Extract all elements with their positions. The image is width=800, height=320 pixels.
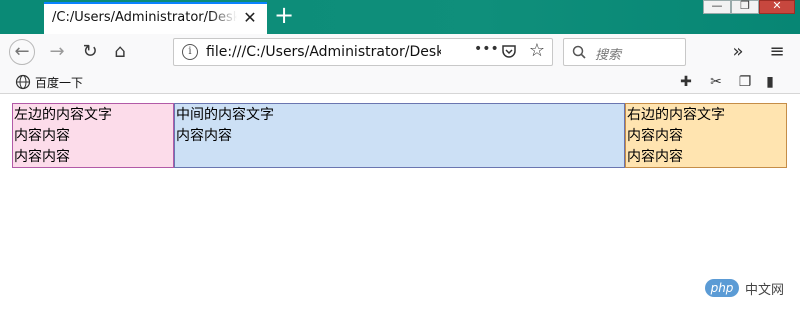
left-line-1: 左边的内容文字 [14,107,112,123]
left-column: 左边的内容文字 内容内容 内容内容 [12,103,174,168]
middle-column: 中间的内容文字 内容内容 [174,103,625,168]
watermark-text: 中文网 [745,283,785,298]
maximize-icon: ❐ [740,0,750,12]
new-tab-button[interactable]: + [271,3,297,29]
tab-close-icon[interactable]: ✕ [241,9,259,27]
browser-tab[interactable]: /C:/Users/Administrator/Desktop ✕ [44,2,267,34]
scissors-icon[interactable]: ✂ [706,72,726,92]
back-arrow-icon: ← [14,41,30,62]
watermark: php 中文网 [705,278,795,298]
middle-line-2: 内容内容 [176,128,232,144]
search-placeholder: 搜索 [595,48,622,63]
home-button[interactable]: ⌂ [107,39,133,65]
left-line-2: 内容内容 [14,128,70,144]
bookmarks-bar: 百度一下 ✚ ✂ ❐ ▮ [0,70,800,94]
middle-line-1: 中间的内容文字 [176,107,274,123]
copy-icon[interactable]: ❐ [735,72,755,92]
page-actions-icon[interactable]: ••• [474,41,499,61]
php-logo: php [705,279,739,297]
minimize-icon: — [711,0,723,12]
right-column: 右边的内容文字 内容内容 内容内容 [625,103,787,168]
info-icon[interactable]: i [182,44,198,60]
overflow-menu-icon[interactable]: » [726,39,750,65]
right-line-3: 内容内容 [627,149,683,165]
search-icon [572,45,586,59]
search-box[interactable]: 搜索 [563,38,686,66]
clipboard-icon[interactable]: ▮ [760,72,780,92]
globe-icon [15,74,31,90]
close-icon: ✕ [772,0,782,12]
page-content: 左边的内容文字 内容内容 内容内容 中间的内容文字 内容内容 右边的内容文字 内… [0,94,800,320]
url-bar[interactable]: i file:///C:/Users/Administrator/Desk ••… [173,38,553,66]
right-line-2: 内容内容 [627,128,683,144]
tab-title: /C:/Users/Administrator/Desktop [52,10,237,28]
maximize-button[interactable]: ❐ [731,0,759,14]
left-line-3: 内容内容 [14,149,70,165]
reload-button[interactable]: ↻ [77,39,103,65]
title-bar: /C:/Users/Administrator/Desktop ✕ + — ❐ … [0,0,800,34]
right-line-1: 右边的内容文字 [627,107,725,123]
url-text[interactable]: file:///C:/Users/Administrator/Desk [206,44,441,62]
bookmark-baidu[interactable]: 百度一下 [35,74,83,91]
nav-bar: ← → ↻ ⌂ i file:///C:/Users/Administrator… [0,34,800,70]
hamburger-menu-icon[interactable]: ≡ [765,39,789,65]
close-window-button[interactable]: ✕ [759,0,795,14]
pocket-icon[interactable] [501,43,517,59]
extension-puzzle-icon[interactable]: ✚ [676,72,696,92]
forward-button[interactable]: → [44,39,70,65]
bookmark-star-icon[interactable]: ☆ [527,40,547,62]
minimize-button[interactable]: — [703,0,731,14]
